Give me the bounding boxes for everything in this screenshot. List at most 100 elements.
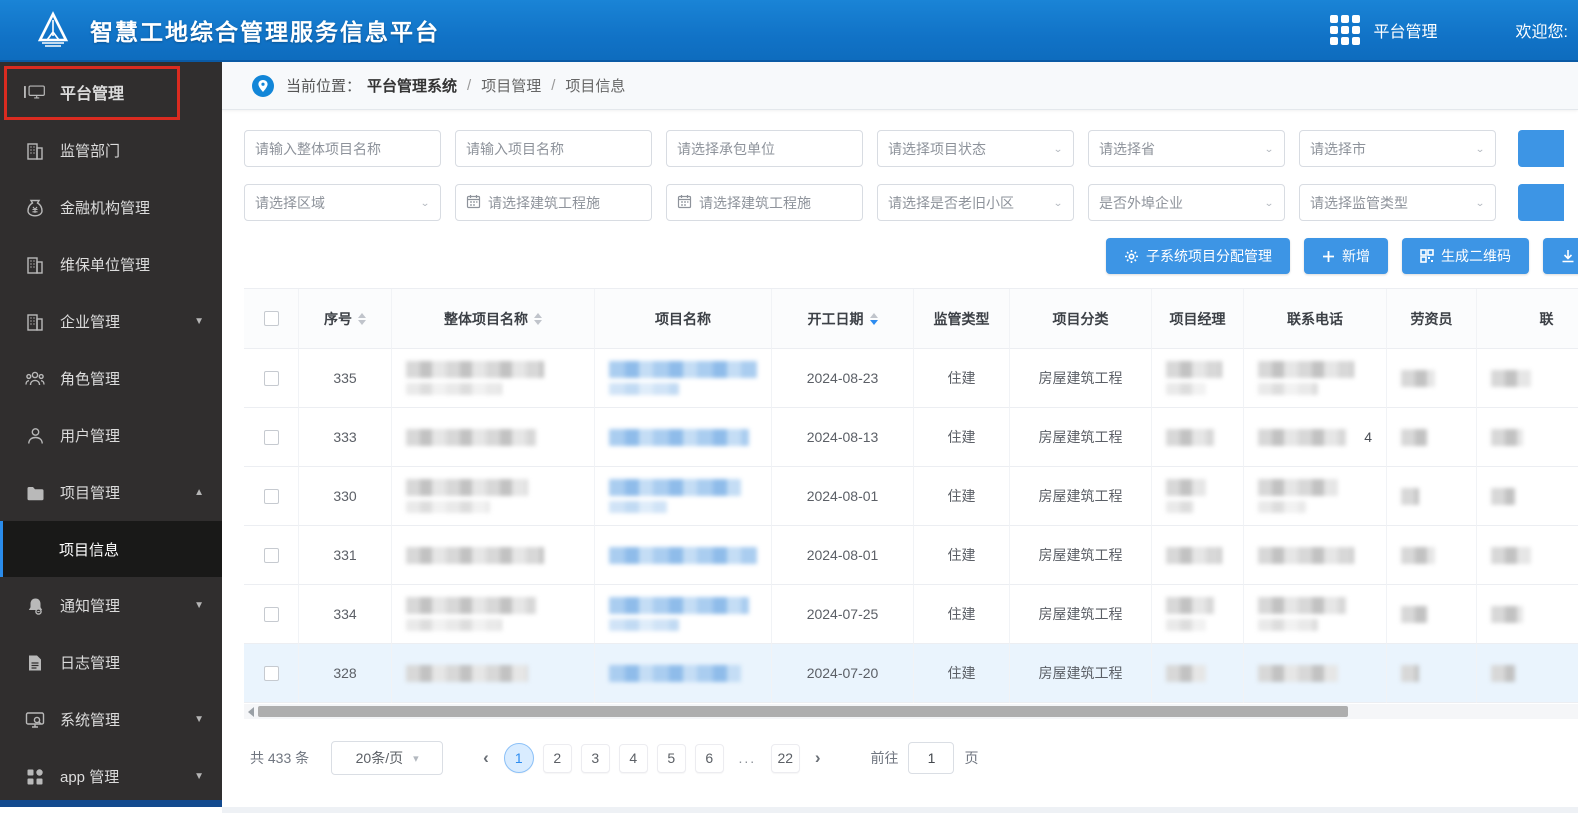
sidebar-item-2[interactable]: 金融机构管理 xyxy=(0,179,222,236)
page-number-6[interactable]: 6 xyxy=(694,743,724,773)
filter-placeholder: 请输入整体项目名称 xyxy=(255,140,381,157)
toolbar-button-label: 新增 xyxy=(1342,248,1370,264)
cell-text: 335 xyxy=(333,370,357,386)
toolbar-button-2[interactable]: 生成二维码 xyxy=(1402,238,1529,274)
filter-placeholder: 请选择是否老旧小区 xyxy=(888,194,1014,211)
breadcrumb-root[interactable]: 平台管理系统 xyxy=(367,75,457,96)
sidebar-item-label: 用户管理 xyxy=(60,428,121,445)
redacted-cell xyxy=(595,408,772,467)
filter-input-row1-2[interactable]: 请选择承包单位 xyxy=(666,130,863,167)
toolbar-button-1[interactable]: 新增 xyxy=(1304,238,1388,274)
goto-page-input[interactable]: 1 xyxy=(908,742,955,774)
chevron-down-icon: ⌄ xyxy=(419,196,430,209)
page-number-2[interactable]: 2 xyxy=(542,743,572,773)
horizontal-scrollbar[interactable] xyxy=(244,704,1578,719)
row-checkbox[interactable] xyxy=(263,665,279,681)
filter-select-row2-5[interactable]: 请选择监管类型 ⌄ xyxy=(1299,184,1496,221)
sidebar-item-label: 项目管理 xyxy=(60,485,121,502)
col-header-label: 项目经理 xyxy=(1169,310,1226,327)
page-number-4[interactable]: 4 xyxy=(618,743,648,773)
redacted-cell xyxy=(1152,349,1244,408)
row-checkbox-cell xyxy=(244,349,299,408)
sort-arrows-icon[interactable] xyxy=(869,312,878,326)
table-row-334: 334 2024-07-25 住建 房屋建筑工程 xyxy=(244,585,1578,644)
filter-select-row1-4[interactable]: 请选择省 ⌄ xyxy=(1088,130,1285,167)
scrollbar-left-arrow-icon[interactable] xyxy=(248,706,254,717)
sidebar-item-8[interactable]: 项目信息 xyxy=(0,521,222,577)
row-checkbox[interactable] xyxy=(263,488,279,504)
select-all-checkbox[interactable] xyxy=(263,311,279,326)
sidebar-item-label: 角色管理 xyxy=(60,371,121,388)
redacted-cell xyxy=(392,644,595,703)
redacted-cell xyxy=(1244,585,1387,644)
table-header-row: 序号 整体项目名称 项目名称 开工日期 监管类型 项目分类 项目经理 联系电话 劳资员 联 xyxy=(244,289,1578,349)
filter-select-row1-5[interactable]: 请选择市 ⌄ xyxy=(1299,130,1496,167)
sidebar-item-11[interactable]: 系统管理 ▼ xyxy=(0,691,222,748)
reset-button-clipped[interactable] xyxy=(1518,184,1564,221)
page-number-1[interactable]: 1 xyxy=(503,743,534,773)
sidebar-item-9[interactable]: 通知管理 ▼ xyxy=(0,577,222,634)
redacted-cell xyxy=(392,526,595,585)
page-number-5[interactable]: 5 xyxy=(656,743,686,773)
filter-placeholder: 请选择市 xyxy=(1310,140,1366,157)
prev-page-arrow[interactable]: ‹ xyxy=(477,748,495,768)
row-checkbox[interactable] xyxy=(263,370,279,386)
col-header-1[interactable]: 序号 xyxy=(299,289,392,349)
folder-icon xyxy=(24,483,46,503)
sidebar-item-5[interactable]: 角色管理 xyxy=(0,350,222,407)
col-header-2[interactable]: 整体项目名称 xyxy=(392,289,595,349)
redacted-text xyxy=(609,664,741,682)
search-button-clipped[interactable] xyxy=(1518,130,1564,167)
platform-monitor-icon xyxy=(24,82,46,102)
sidebar-item-3[interactable]: 维保单位管理 xyxy=(0,236,222,293)
cell-start_date: 2024-08-13 xyxy=(772,408,914,467)
sidebar-item-7[interactable]: 项目管理 ▲ xyxy=(0,464,222,521)
filter-select-row2-4[interactable]: 是否外埠企业 ⌄ xyxy=(1088,184,1285,221)
next-page-arrow[interactable]: › xyxy=(809,748,827,768)
header-platform-nav[interactable]: 平台管理 xyxy=(1374,18,1438,42)
app-title: 智慧工地综合管理服务信息平台 xyxy=(90,19,440,45)
sort-arrows-icon[interactable] xyxy=(358,312,366,326)
redacted-cell xyxy=(1477,585,1578,644)
chevron-down-icon: ⌄ xyxy=(1263,142,1274,155)
col-header-4[interactable]: 开工日期 xyxy=(772,289,914,349)
page-number-3[interactable]: 3 xyxy=(580,743,610,773)
row-checkbox[interactable] xyxy=(263,429,279,445)
breadcrumb-prefix: 当前位置： xyxy=(286,78,362,95)
redacted-text xyxy=(1258,597,1346,614)
filter-input-row1-0[interactable]: 请输入整体项目名称 xyxy=(244,130,441,167)
row-checkbox[interactable] xyxy=(263,547,279,563)
filter-select-row2-2[interactable]: 请选择建筑工程施 xyxy=(666,184,863,221)
app-header: 智慧工地综合管理服务信息平台 平台管理 欢迎您: xyxy=(0,0,1578,62)
sidebar-item-6[interactable]: 用户管理 xyxy=(0,407,222,464)
sidebar-item-10[interactable]: 日志管理 xyxy=(0,634,222,691)
building-icon xyxy=(24,255,46,275)
scrollbar-thumb[interactable] xyxy=(258,706,1348,717)
cell-text: 334 xyxy=(333,606,357,622)
apps-grid-icon[interactable] xyxy=(1329,15,1360,45)
redacted-text xyxy=(406,501,490,513)
cell-text: 住建 xyxy=(947,488,976,504)
filter-select-row2-0[interactable]: 请选择区域 ⌄ xyxy=(244,184,441,221)
page-size-select[interactable]: 20条/页 ▾ xyxy=(331,741,444,775)
cell-start_date: 2024-07-25 xyxy=(772,585,914,644)
filter-input-row1-1[interactable]: 请输入项目名称 xyxy=(455,130,652,167)
redacted-text xyxy=(406,597,536,614)
cell-text: 住建 xyxy=(947,665,976,681)
sidebar-item-1[interactable]: 监管部门 xyxy=(0,122,222,179)
filter-select-row2-1[interactable]: 请选择建筑工程施 xyxy=(455,184,652,221)
sidebar-item-12[interactable]: app 管理 ▼ xyxy=(0,748,222,805)
row-checkbox[interactable] xyxy=(263,606,279,622)
sort-arrows-icon[interactable] xyxy=(534,312,542,326)
filter-select-row2-3[interactable]: 请选择是否老旧小区 ⌄ xyxy=(877,184,1074,221)
redacted-cell xyxy=(1152,467,1244,526)
breadcrumb-item-project-info[interactable]: 项目信息 xyxy=(565,75,625,96)
toolbar-button-3[interactable]: 下载 xyxy=(1543,238,1578,274)
plus-icon xyxy=(1322,250,1335,263)
toolbar-button-0[interactable]: 子系统项目分配管理 xyxy=(1106,238,1290,274)
page-number-22[interactable]: 22 xyxy=(770,743,800,773)
sidebar-item-4[interactable]: 企业管理 ▼ xyxy=(0,293,222,350)
filter-select-row1-3[interactable]: 请选择项目状态 ⌄ xyxy=(877,130,1074,167)
sidebar-item-0[interactable]: 平台管理 xyxy=(0,62,222,122)
breadcrumb-item-project-mgmt[interactable]: 项目管理 xyxy=(481,75,541,96)
